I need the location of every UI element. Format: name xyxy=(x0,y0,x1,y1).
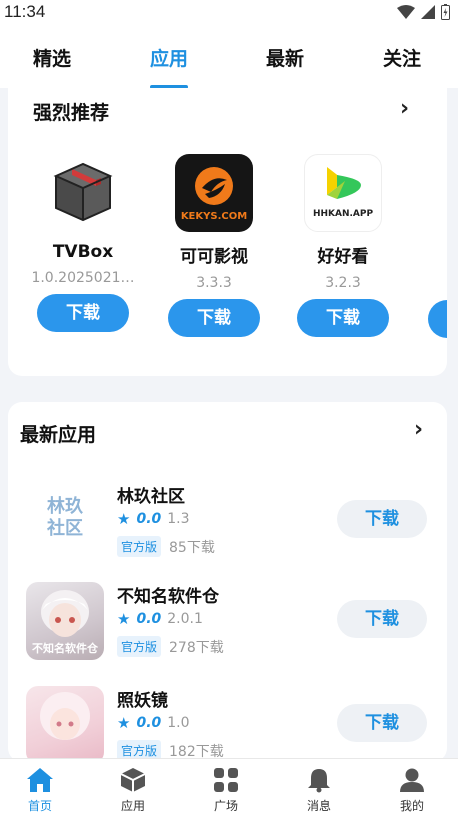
anime-avatar: 不知名软件仓 xyxy=(26,582,104,660)
recommend-card: 强烈推荐 › TVBox 1.0.2025021… 下载 KEKYS.COM 可… xyxy=(8,88,447,376)
recommend-app-keke[interactable]: KEKYS.COM 可可影视 3.3.3 下载 xyxy=(159,154,269,337)
download-count: 278下载 xyxy=(169,639,224,656)
download-count: 85下载 xyxy=(169,539,215,556)
app-version: 3.3.3 xyxy=(196,275,232,291)
anime-avatar-pink xyxy=(26,686,104,762)
wifi-icon xyxy=(397,5,415,19)
recommend-title: 强烈推荐 xyxy=(33,102,110,124)
star-icon: ★ xyxy=(117,714,131,732)
anime-avatar-caption: 不知名软件仓 xyxy=(32,642,98,655)
cube-icon xyxy=(120,768,146,792)
official-badge: 官方版 xyxy=(117,636,162,657)
tab-apps[interactable]: 应用 xyxy=(129,44,209,71)
recommend-app-haohaokan[interactable]: HHKAN.APP 好好看 3.2.3 下载 xyxy=(288,154,398,337)
nav-plaza[interactable]: 广场 xyxy=(186,767,266,814)
app-version: 1.0.2025021… xyxy=(31,270,135,286)
home-icon xyxy=(27,768,53,792)
status-icons xyxy=(397,4,450,20)
kekys-logo: KEKYS.COM xyxy=(175,154,253,232)
kekys-logo-text: KEKYS.COM xyxy=(180,211,248,222)
app-version: 1.3 xyxy=(167,511,190,527)
box-icon xyxy=(44,154,122,232)
download-button[interactable]: 下载 xyxy=(337,600,427,638)
hhkan-logo-text: HHKAN.APP xyxy=(312,209,374,219)
app-meta: ★ 0.0 1.3 xyxy=(117,510,190,528)
app-version: 1.0 xyxy=(167,715,190,731)
status-bar: 11:34 xyxy=(0,0,458,26)
app-version: 2.0.1 xyxy=(167,611,203,627)
list-item[interactable]: 林玖社区 林玖社区 ★ 0.0 1.3 官方版 85下载 下载 xyxy=(8,482,447,572)
nav-messages[interactable]: 消息 xyxy=(279,767,359,814)
user-icon xyxy=(400,768,424,792)
recommend-more-chevron-icon[interactable]: › xyxy=(400,96,409,121)
top-tabs: 精选 应用 最新 关注 xyxy=(0,26,458,89)
list-item[interactable]: 照妖镜 ★ 0.0 1.0 官方版 182下载 下载 xyxy=(8,686,447,762)
nav-plaza-label: 广场 xyxy=(213,799,238,813)
nav-messages-label: 消息 xyxy=(306,799,331,813)
list-item[interactable]: 不知名软件仓 不知名软件仓 ★ 0.0 2.0.1 官方版 278下载 下载 xyxy=(8,582,447,672)
nav-apps-label: 应用 xyxy=(120,799,145,813)
bottom-nav: 首页 应用 广场 消息 我的 xyxy=(0,758,458,820)
official-badge: 官方版 xyxy=(117,536,162,557)
linjiu-logo-text: 林玖社区 xyxy=(47,496,83,539)
app-name: 不知名软件仓 xyxy=(117,587,219,607)
app-name: TVBox xyxy=(52,242,114,262)
app-rating: 0.0 xyxy=(136,611,162,627)
nav-home-label: 首页 xyxy=(27,799,52,813)
tab-latest[interactable]: 最新 xyxy=(245,44,325,71)
grid-icon xyxy=(214,768,238,792)
app-rating: 0.0 xyxy=(136,715,162,731)
download-button[interactable]: 下载 xyxy=(168,299,260,337)
linjiu-logo: 林玖社区 xyxy=(26,482,104,560)
app-name: 好好看 xyxy=(317,247,369,267)
star-icon: ★ xyxy=(117,510,131,528)
status-time: 11:34 xyxy=(4,2,46,21)
tab-featured[interactable]: 精选 xyxy=(12,44,92,71)
app-version: 3.2.3 xyxy=(325,275,361,291)
download-button[interactable]: 下载 xyxy=(337,704,427,742)
hhkan-logo: HHKAN.APP xyxy=(304,154,382,232)
battery-icon xyxy=(441,4,450,20)
download-button[interactable]: 下载 xyxy=(37,294,129,332)
nav-me[interactable]: 我的 xyxy=(372,767,452,814)
nav-apps[interactable]: 应用 xyxy=(93,767,173,814)
app-meta: ★ 0.0 2.0.1 xyxy=(117,610,203,628)
latest-card: 最新应用 › 林玖社区 林玖社区 ★ 0.0 1.3 官方版 85下载 下载 不… xyxy=(8,402,447,762)
bell-icon xyxy=(308,769,330,793)
latest-more-chevron-icon[interactable]: › xyxy=(414,417,423,442)
app-name: 照妖镜 xyxy=(117,691,168,711)
latest-title: 最新应用 xyxy=(20,424,97,446)
tab-following[interactable]: 关注 xyxy=(362,44,442,71)
signal-icon xyxy=(421,5,435,19)
app-tags: 官方版 278下载 xyxy=(117,636,224,657)
app-name: 可可影视 xyxy=(180,247,248,267)
recommend-app-tvbox[interactable]: TVBox 1.0.2025021… 下载 xyxy=(28,154,138,332)
nav-me-label: 我的 xyxy=(399,799,424,813)
star-icon: ★ xyxy=(117,610,131,628)
app-meta: ★ 0.0 1.0 xyxy=(117,714,190,732)
download-button[interactable]: 下载 xyxy=(337,500,427,538)
app-rating: 0.0 xyxy=(136,511,162,527)
app-tags: 官方版 85下载 xyxy=(117,536,215,557)
nav-home[interactable]: 首页 xyxy=(0,767,80,814)
recommend-app-next-partial[interactable] xyxy=(428,300,447,338)
app-name: 林玖社区 xyxy=(117,487,185,507)
download-button[interactable]: 下载 xyxy=(297,299,389,337)
